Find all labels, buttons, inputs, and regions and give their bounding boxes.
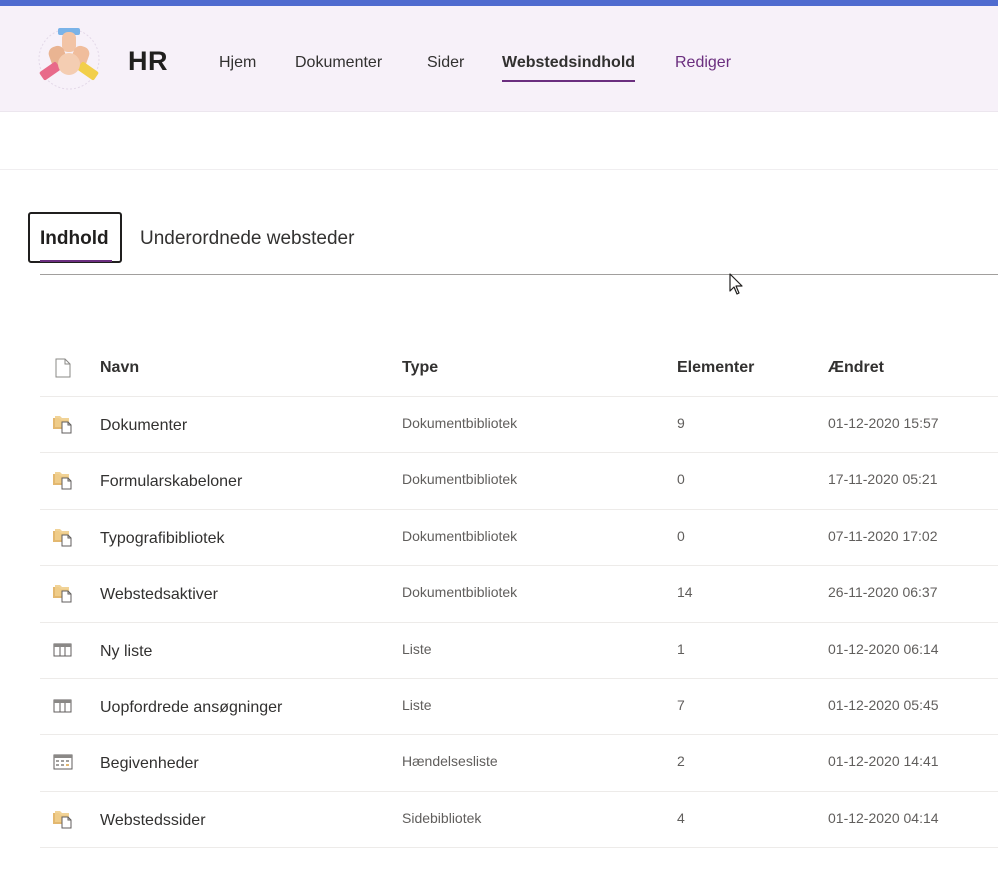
site-header: HR Hjem Dokumenter Sider Webstedsindhold… — [0, 6, 998, 112]
site-contents-list: Navn Type Elementer Ændret Dokumenter Dok… — [40, 340, 998, 849]
item-type: Dokumentbibliotek — [402, 584, 518, 601]
tabs-divider — [40, 274, 998, 275]
site-title[interactable]: HR — [128, 46, 168, 77]
item-count: 14 — [677, 584, 693, 601]
item-modified: 01-12-2020 14:41 — [828, 753, 939, 770]
nav-item-hjem[interactable]: Hjem — [219, 54, 256, 72]
item-count: 2 — [677, 753, 685, 770]
item-type: Liste — [402, 640, 432, 657]
tab-underordnede-websteder[interactable]: Underordnede websteder — [140, 228, 354, 250]
selected-tab-underline — [40, 260, 112, 262]
mouse-cursor-icon — [729, 273, 743, 295]
item-count: 4 — [677, 809, 685, 826]
calendar-icon — [52, 752, 74, 772]
nav-item-sider[interactable]: Sider — [427, 54, 464, 72]
list-item[interactable]: Dokumenter Dokumentbibliotek 9 01-12-2020 1… — [40, 397, 998, 454]
active-nav-underline — [502, 80, 636, 82]
item-name-link[interactable]: Formularskabeloner — [100, 473, 242, 491]
item-name-link[interactable]: Uopfordrede ansøgninger — [100, 699, 282, 717]
library-icon — [52, 414, 74, 434]
column-header-type[interactable]: Type — [402, 359, 438, 377]
item-type: Hændelsesliste — [402, 753, 498, 770]
list-item[interactable]: Webstedsaktiver Dokumentbibliotek 14 26-11-… — [40, 566, 998, 623]
item-modified: 01-12-2020 06:14 — [828, 640, 939, 657]
library-icon — [52, 527, 74, 547]
list-item[interactable]: Formularskabeloner Dokumentbibliotek 0 17-1… — [40, 453, 998, 510]
item-modified: 01-12-2020 15:57 — [828, 415, 939, 431]
column-header-navn[interactable]: Navn — [100, 359, 139, 377]
library-icon — [52, 809, 74, 829]
command-bar-divider — [0, 169, 998, 170]
item-modified: 01-12-2020 04:14 — [828, 809, 939, 826]
item-count: 1 — [677, 640, 685, 657]
nav-edit-link[interactable]: Rediger — [675, 54, 731, 72]
nav-item-dokumenter[interactable]: Dokumenter — [295, 54, 382, 72]
item-type: Sidebibliotek — [402, 809, 482, 826]
item-name-link[interactable]: Dokumenter — [100, 417, 187, 435]
file-icon[interactable] — [54, 358, 72, 383]
column-header-elementer[interactable]: Elementer — [677, 359, 754, 377]
item-count: 0 — [677, 471, 685, 488]
item-modified: 07-11-2020 17:02 — [828, 527, 938, 544]
item-modified: 17-11-2020 05:21 — [828, 471, 938, 488]
item-count: 0 — [677, 527, 685, 544]
library-icon — [52, 583, 74, 603]
item-name-link[interactable]: Webstedsaktiver — [100, 586, 218, 604]
column-header-aendret[interactable]: Ændret — [828, 359, 884, 377]
item-modified: 01-12-2020 05:45 — [828, 696, 939, 713]
tab-indhold-label: Indhold — [40, 228, 109, 249]
item-count: 9 — [677, 415, 685, 431]
list-item[interactable]: Typografibibliotek Dokumentbibliotek 0 07-1… — [40, 510, 998, 567]
item-type: Dokumentbibliotek — [402, 527, 518, 544]
item-name-link[interactable]: Webstedssider — [100, 812, 206, 830]
tab-indhold[interactable]: Indhold — [28, 212, 122, 263]
hr-site-logo-icon[interactable] — [36, 26, 102, 92]
nav-item-webstedsindhold-label: Webstedsindhold — [502, 54, 636, 71]
nav-item-webstedsindhold[interactable]: Webstedsindhold — [502, 54, 636, 82]
list-item[interactable]: Begivenheder Hændelsesliste 2 01-12-2020 14… — [40, 735, 998, 792]
list-rows: Dokumenter Dokumentbibliotek 9 01-12-2020 1… — [40, 397, 998, 849]
list-item[interactable]: Uopfordrede ansøgninger Liste 7 01-12-2020 … — [40, 679, 998, 736]
list-item[interactable]: Webstedssider Sidebibliotek 4 01-12-2020 04… — [40, 792, 998, 849]
item-type: Dokumentbibliotek — [402, 415, 518, 431]
library-icon — [52, 470, 74, 490]
item-name-link[interactable]: Typografibibliotek — [100, 530, 225, 548]
item-name-link[interactable]: Begivenheder — [100, 755, 199, 773]
list-icon — [52, 640, 74, 660]
list-header: Navn Type Elementer Ændret — [40, 340, 998, 397]
item-type: Dokumentbibliotek — [402, 471, 518, 488]
item-modified: 26-11-2020 06:37 — [828, 584, 938, 601]
list-item[interactable]: Ny liste Liste 1 01-12-2020 06:14 — [40, 623, 998, 679]
item-name-link[interactable]: Ny liste — [100, 643, 152, 661]
item-type: Liste — [402, 696, 432, 713]
item-count: 7 — [677, 696, 685, 713]
list-icon — [52, 696, 74, 716]
